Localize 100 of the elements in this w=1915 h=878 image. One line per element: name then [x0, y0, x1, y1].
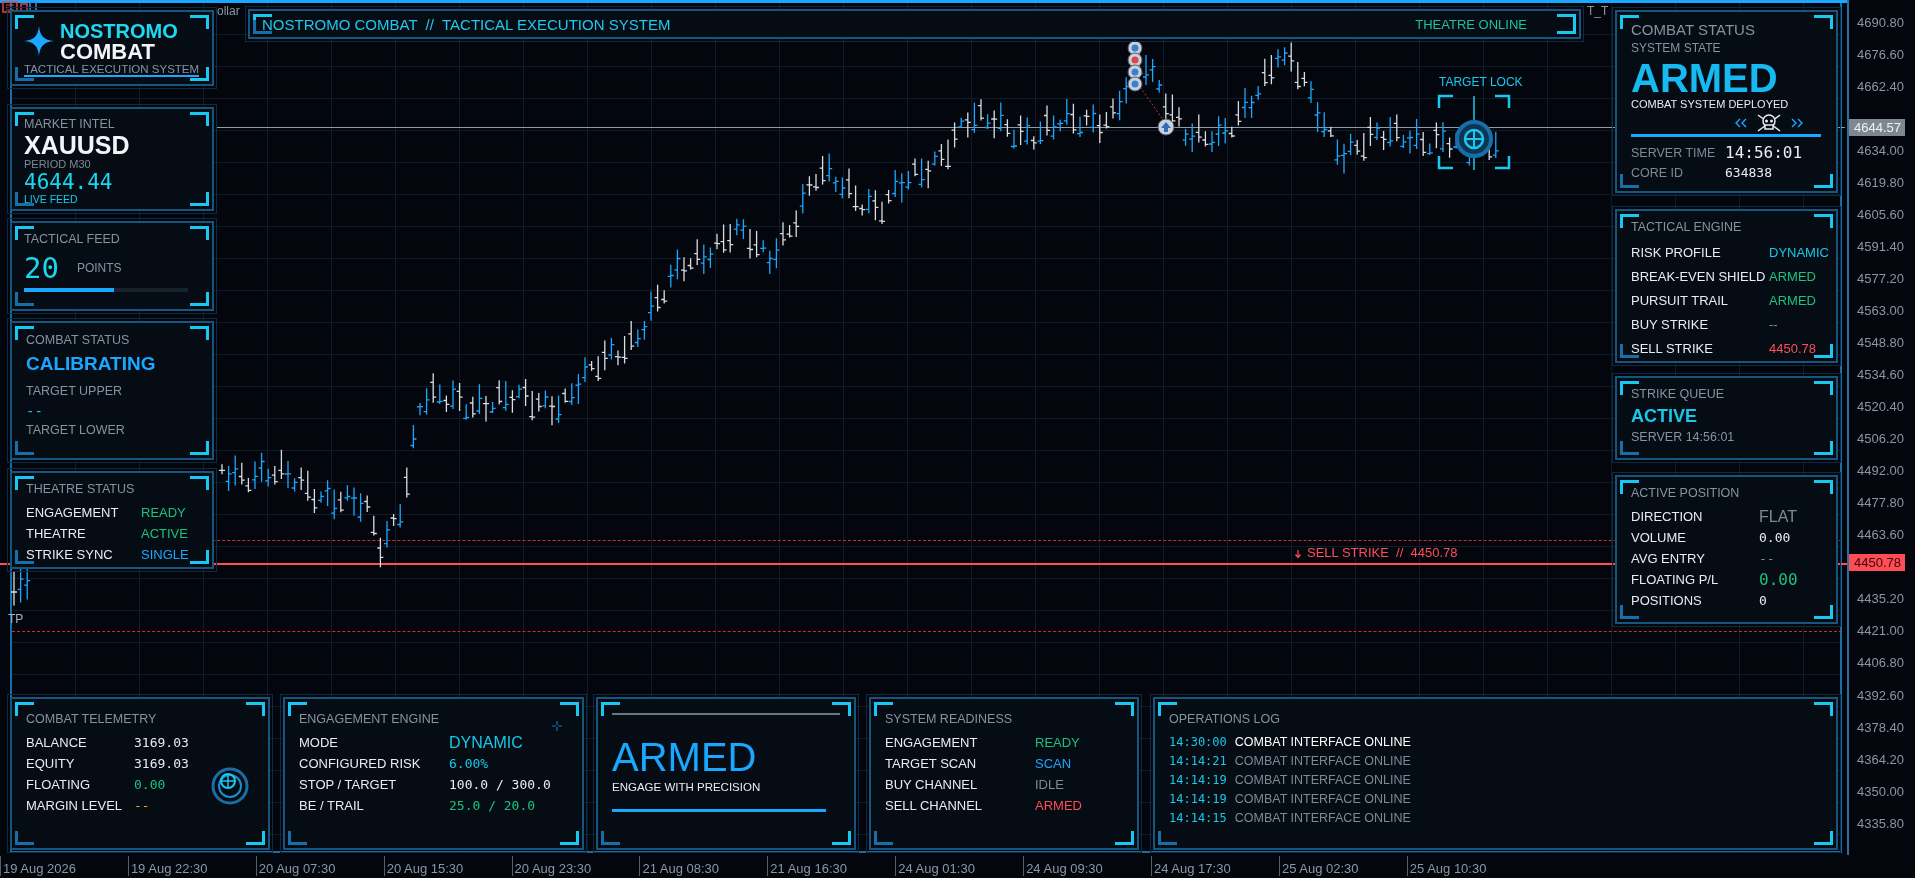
target-reticle-icon	[1437, 94, 1511, 172]
sell-line-label: SELL STRIKE // 4450.78	[1307, 545, 1458, 560]
price-label: 4406.80	[1856, 655, 1904, 671]
field-value: --	[26, 402, 44, 421]
corner-bracket	[1115, 831, 1134, 845]
field-label: BREAK-EVEN SHIELD	[1631, 268, 1767, 284]
corner-bracket	[246, 831, 265, 845]
field-value: --	[1759, 551, 1775, 566]
crosshair-icon	[552, 721, 562, 731]
field-label: STRIKE SYNC	[26, 547, 114, 562]
corner-bracket	[190, 112, 209, 126]
log-time: 14:14:19	[1169, 791, 1227, 806]
corner-bracket	[15, 831, 34, 845]
field-label: FLOATING P/L	[1631, 572, 1720, 587]
price-label: 4634.00	[1856, 142, 1904, 158]
field-label: SELL STRIKE	[1631, 340, 1714, 356]
skull-icon	[1756, 113, 1782, 133]
period-label: PERIOD M30	[24, 158, 92, 170]
price-label: 4591.40	[1856, 238, 1904, 254]
price-label: 4492.00	[1856, 463, 1904, 479]
corner-bracket	[190, 192, 209, 206]
list-icon[interactable]	[2, 1, 18, 13]
price-label: 4435.20	[1856, 591, 1904, 607]
price-label: 4350.00	[1856, 783, 1904, 799]
panel-title: ACTIVE POSITION	[1631, 485, 1740, 502]
time-label: 25 Aug 10:30	[1409, 861, 1487, 876]
corner-bracket	[1620, 605, 1639, 619]
field-value: FLAT	[1759, 507, 1797, 526]
log-time: 14:30:00	[1169, 734, 1227, 749]
log-message: COMBAT INTERFACE ONLINE	[1234, 810, 1411, 825]
field-label: STOP / TARGET	[299, 777, 398, 792]
corner-bracket	[560, 831, 579, 845]
corner-bracket	[288, 702, 307, 716]
field-label: BUY STRIKE	[1631, 316, 1710, 332]
time-label: 24 Aug 01:30	[898, 861, 975, 876]
double-chevron-right-icon	[1790, 118, 1804, 128]
field-label: TARGET SCAN	[885, 756, 978, 771]
field-label: TARGET LOWER	[26, 422, 125, 439]
banner-caption: ENGAGE WITH PRECISION	[612, 780, 762, 795]
corner-bracket	[1814, 381, 1833, 395]
price-label: 4364.20	[1856, 751, 1904, 767]
panel-title: COMBAT STATUS	[1631, 20, 1755, 40]
points-unit: POINTS	[76, 261, 122, 275]
log-message: COMBAT INTERFACE ONLINE	[1234, 791, 1411, 806]
corner-bracket	[190, 292, 209, 306]
corner-bracket	[190, 550, 209, 564]
field-value: READY	[1035, 735, 1080, 750]
field-label: SERVER TIME	[1631, 145, 1717, 160]
crosshair-icon	[210, 766, 250, 806]
panel-title: THEATRE STATUS	[26, 481, 135, 498]
field-value: 3169.03	[134, 756, 189, 771]
field-label: CORE ID	[1631, 165, 1685, 180]
field-label: TARGET UPPER	[26, 383, 123, 400]
corner-bracket	[1158, 831, 1177, 845]
field-label: VOLUME	[1631, 530, 1687, 545]
panel-title: MARKET INTEL	[24, 116, 115, 133]
field-label: SYSTEM STATE	[1631, 40, 1721, 57]
price-label: 4548.80	[1856, 335, 1904, 350]
field-label: ENGAGEMENT	[885, 735, 979, 750]
field-label: BUY CHANNEL	[885, 777, 979, 792]
server-time: SERVER 14:56:01	[1631, 429, 1735, 446]
time-label: 25 Aug 02:30	[1281, 861, 1359, 876]
corner-bracket	[1814, 214, 1833, 228]
field-value: 4450.78	[1769, 340, 1816, 356]
corner-bracket	[874, 702, 893, 716]
field-value: 100.0 / 300.0	[449, 777, 551, 792]
field-value: 0.00	[1759, 530, 1791, 545]
corner-bracket	[1158, 702, 1177, 716]
armed-state: ARMED	[612, 735, 758, 779]
time-label: 24 Aug 17:30	[1154, 861, 1231, 876]
system-state: ARMED	[1631, 59, 1779, 97]
log-time: 14:14:21	[1169, 753, 1227, 768]
field-label: FLOATING	[26, 777, 92, 792]
price-value: 4644.44	[24, 170, 114, 194]
price-label: 4506.20	[1856, 431, 1904, 447]
time-label: 20 Aug 23:30	[514, 861, 592, 876]
field-value: --	[1769, 316, 1778, 332]
last-price-tag: 4644.57	[1849, 118, 1905, 136]
sell-price-tag: 4450.78	[1849, 554, 1905, 572]
theatre-status: THEATRE ONLINE	[1415, 16, 1527, 32]
corner-bracket	[1814, 831, 1833, 845]
corner-bracket	[15, 441, 34, 455]
price-label: 4676.60	[1856, 46, 1904, 62]
field-value: IDLE	[1035, 777, 1064, 792]
panel-title: COMBAT STATUS	[26, 332, 130, 349]
panel-title: COMBAT TELEMETRY	[26, 711, 157, 728]
panel-title: ENGAGEMENT ENGINE	[299, 711, 440, 728]
field-label: ENGAGEMENT	[26, 505, 120, 520]
core-id: 634838	[1725, 165, 1772, 181]
log-time: 14:14:15	[1169, 810, 1227, 825]
corner-bracket	[1814, 441, 1833, 455]
field-value: 0	[1759, 593, 1767, 608]
price-label: 4463.60	[1856, 527, 1904, 543]
corner-bracket	[1814, 344, 1833, 358]
field-label: POSITIONS	[1631, 593, 1703, 608]
corner-bracket	[288, 831, 307, 845]
corner-bracket	[601, 831, 620, 845]
log-message: COMBAT INTERFACE ONLINE	[1234, 772, 1411, 787]
field-value: ACTIVE	[141, 526, 188, 541]
corner-bracket	[190, 15, 209, 29]
